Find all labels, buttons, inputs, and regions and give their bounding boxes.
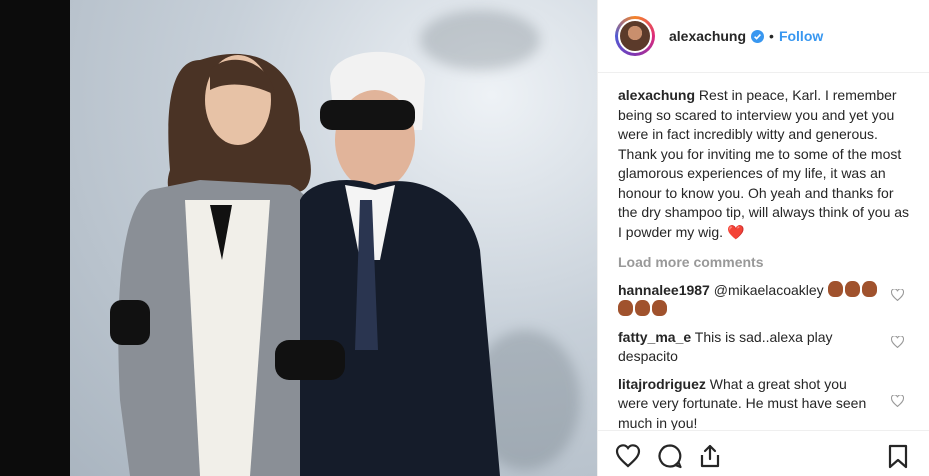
comment-item: hannalee1987 @mikaelacoakley	[618, 280, 914, 320]
avatar-image	[618, 19, 652, 53]
post-actions-bar	[598, 430, 929, 476]
clap-hands-emoji	[861, 280, 877, 297]
clap-hands-emoji	[635, 300, 650, 316]
comment-item: fatty_ma_e This is sad..alexa play despa…	[618, 328, 914, 367]
post-header: alexachung • Follow	[598, 0, 929, 73]
comment-text[interactable]: @mikaelacoakley	[714, 282, 824, 298]
photo-people-illustration	[110, 51, 500, 476]
header-separator: •	[769, 28, 774, 44]
share-icon[interactable]	[697, 443, 723, 469]
follow-button[interactable]: Follow	[779, 28, 823, 44]
post-photo[interactable]	[0, 0, 597, 476]
comment-like-heart-icon[interactable]	[891, 394, 904, 407]
clap-hands-emoji	[844, 280, 860, 297]
comment-username[interactable]: litajrodriguez	[618, 376, 706, 392]
heart-outline-icon[interactable]	[615, 443, 641, 469]
comment-username[interactable]: fatty_ma_e	[618, 329, 691, 345]
load-more-comments-button[interactable]: Load more comments	[618, 253, 914, 273]
clap-hands-emoji	[827, 280, 843, 297]
post-side-panel: alexachung • Follow alexachung Rest in p…	[597, 0, 929, 476]
verified-badge-icon	[751, 29, 765, 43]
comment-bubble-icon[interactable]	[657, 443, 683, 469]
clap-hands-emoji	[652, 300, 667, 316]
comment-username[interactable]: hannalee1987	[618, 282, 710, 298]
clap-hands-emoji	[618, 300, 633, 316]
header-username[interactable]: alexachung	[669, 28, 746, 44]
avatar[interactable]	[615, 16, 655, 56]
post-caption: alexachung Rest in peace, Karl. I rememb…	[618, 86, 914, 242]
bookmark-icon[interactable]	[885, 443, 911, 469]
comment-item: litajrodriguez What a great shot you wer…	[618, 375, 914, 434]
comment-like-heart-icon[interactable]	[891, 335, 904, 348]
comments-list: alexachung Rest in peace, Karl. I rememb…	[618, 86, 914, 461]
caption-text: Rest in peace, Karl. I remember being so…	[618, 87, 910, 240]
comment-like-heart-icon[interactable]	[891, 288, 904, 301]
caption-heart-emoji: ❤️	[726, 223, 745, 240]
caption-username[interactable]: alexachung	[618, 87, 695, 103]
